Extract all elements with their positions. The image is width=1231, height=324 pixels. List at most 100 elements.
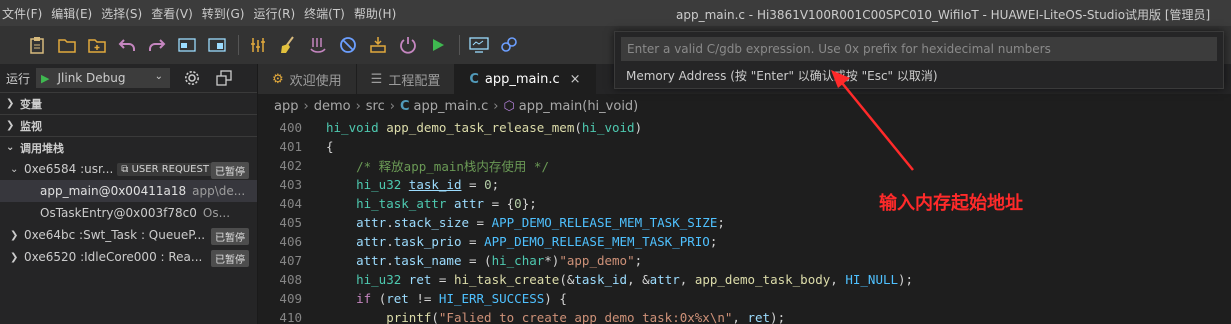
breadcrumb-item[interactable]: app_main(hi_void): [519, 99, 638, 114]
tab-welcome[interactable]: ⚙ 欢迎使用: [258, 64, 357, 94]
monitor-icon[interactable]: [468, 34, 490, 56]
line-number: 401: [279, 139, 302, 154]
launch-config-value: Jlink Debug: [57, 71, 126, 85]
tab-label: 欢迎使用: [289, 73, 342, 89]
breadcrumb-item[interactable]: app: [274, 99, 298, 114]
stack-frame[interactable]: app_main@0x00411a18 app\de...: [0, 180, 257, 202]
chevron-right-icon: ›: [493, 98, 499, 114]
popup-message: Memory Address (按 "Enter" 以确认或按 "Esc" 以取…: [626, 69, 938, 83]
thread-row[interactable]: ❯ 0xe6520 :IdleCore000 : Rea... 已暂停: [0, 246, 257, 268]
code-line: 401 {: [258, 137, 1231, 156]
code-text: attr.stack_size = APP_DEMO_RELEASE_MEM_T…: [356, 215, 725, 230]
code-line: 408 hi_u32 ret = hi_task_create(&task_id…: [258, 270, 1231, 289]
code-line: 406 attr.task_prio = APP_DEMO_RELEASE_ME…: [258, 232, 1231, 251]
call-stack-title: 调用堆栈: [20, 141, 64, 155]
frame-function: app_main@0x00411a18: [40, 184, 187, 198]
tab-app-main[interactable]: C app_main.c ×: [455, 64, 596, 94]
code-text: hi_u32 task_id = 0;: [356, 177, 500, 192]
line-number: 410: [279, 310, 302, 324]
code-line: 402 /* 释放app_main栈内存使用 */: [258, 156, 1231, 175]
code-text: {: [326, 139, 334, 154]
debug-console-icon[interactable]: [214, 68, 234, 88]
menu-run[interactable]: 运行(R): [253, 5, 304, 22]
stack-frame[interactable]: OsTaskEntry@0x003f78c0 Os...: [0, 202, 257, 224]
code-line: 403 hi_u32 task_id = 0;: [258, 175, 1231, 194]
code-editor[interactable]: 400 hi_void app_demo_task_release_mem(hi_…: [258, 118, 1231, 324]
play-icon[interactable]: ▶: [41, 72, 49, 85]
window-icon[interactable]: [176, 34, 198, 56]
line-number: 403: [279, 177, 302, 192]
clipboard-icon[interactable]: [26, 34, 48, 56]
menu-bar: 文件(F) 编辑(E) 选择(S) 查看(V) 转到(G) 运行(R) 终端(T…: [0, 0, 405, 26]
run-label: 运行: [6, 71, 31, 86]
breadcrumb-item[interactable]: src: [366, 99, 385, 114]
chevron-down-icon: ⌄: [6, 142, 15, 153]
c-file-icon: C: [399, 98, 410, 114]
code-line: 409 if (ret != HI_ERR_SUCCESS) {: [258, 289, 1231, 308]
menu-goto[interactable]: 转到(G): [202, 5, 254, 22]
chevron-right-icon: ❯: [10, 251, 19, 263]
variables-section[interactable]: ❯ 变量: [0, 92, 257, 114]
line-number: 407: [279, 253, 302, 268]
memory-address-input[interactable]: [621, 37, 1217, 61]
line-number: 406: [279, 234, 302, 249]
window-title: app_main.c - Hi3861V100R001C00SPC010_Wif…: [676, 8, 1211, 22]
power-icon[interactable]: [397, 34, 419, 56]
thread-row[interactable]: ❯ 0xe64bc :Swt_Task : QueueP... 已暂停: [0, 224, 257, 246]
rebuild-icon[interactable]: [307, 34, 329, 56]
burn-icon[interactable]: [367, 34, 389, 56]
thread-row[interactable]: ⌄ 0xe6584 :usr... ⧉ USER REQUEST 已暂停: [0, 158, 257, 180]
c-file-icon: C: [469, 71, 479, 87]
frame-source: app\de...: [192, 184, 246, 198]
code-text: attr.task_name = (hi_char*)"app_demo";: [356, 253, 643, 268]
chevron-right-icon: ›: [389, 98, 395, 114]
redo-icon[interactable]: [146, 34, 168, 56]
user-request-badge: ⧉ USER REQUEST: [117, 162, 213, 176]
menu-terminal[interactable]: 终端(T): [304, 5, 354, 22]
frame-source: Os...: [202, 206, 231, 220]
undo-icon[interactable]: [116, 34, 138, 56]
code-text: hi_task_attr attr = {0};: [356, 196, 537, 211]
run-icon[interactable]: [427, 34, 449, 56]
line-number: 400: [279, 120, 302, 135]
tab-label: app_main.c: [484, 71, 560, 87]
menu-help[interactable]: 帮助(H): [354, 5, 405, 22]
breadcrumb-item[interactable]: demo: [314, 99, 351, 114]
debug-config-icon[interactable]: [498, 34, 520, 56]
frame-function: OsTaskEntry@0x003f78c0: [40, 206, 197, 220]
launch-config-select[interactable]: ▶ Jlink Debug ⌄: [36, 68, 171, 88]
new-folder-icon[interactable]: [86, 34, 108, 56]
watch-section[interactable]: ❯ 监视: [0, 114, 257, 136]
stop-icon[interactable]: [337, 34, 359, 56]
menu-edit[interactable]: 编辑(E): [51, 5, 101, 22]
build-icon[interactable]: [247, 34, 269, 56]
user-request-text: USER REQUEST: [131, 163, 209, 175]
tab-project-config[interactable]: ☰ 工程配置: [356, 64, 456, 94]
close-icon[interactable]: ×: [570, 72, 581, 87]
menu-select[interactable]: 选择(S): [101, 5, 151, 22]
code-line: 400 hi_void app_demo_task_release_mem(hi_…: [258, 118, 1231, 137]
menu-file[interactable]: 文件(F): [0, 5, 51, 22]
code-line: 407 attr.task_name = (hi_char*)"app_demo…: [258, 251, 1231, 270]
thread-name: 0xe64bc :Swt_Task : QueueP...: [24, 228, 206, 242]
clean-icon[interactable]: [277, 34, 299, 56]
paused-badge: 已暂停: [211, 250, 249, 267]
call-stack-section[interactable]: ⌄ 调用堆栈: [0, 136, 257, 158]
line-number: 408: [279, 272, 302, 287]
open-folder-icon[interactable]: [56, 34, 78, 56]
gear-icon[interactable]: [182, 68, 202, 88]
code-line: 410 printf("Falied to create app_demo_ta…: [258, 308, 1231, 324]
chevron-right-icon: ❯: [6, 98, 15, 109]
panel-icon[interactable]: [206, 34, 228, 56]
code-text: attr.task_prio = APP_DEMO_RELEASE_MEM_TA…: [356, 234, 718, 249]
chevron-down-icon: ⌄: [154, 71, 164, 82]
breadcrumb-item[interactable]: app_main.c: [414, 99, 489, 114]
run-bar: 运行 ▶ Jlink Debug ⌄: [0, 64, 257, 92]
variables-title: 变量: [20, 97, 42, 111]
chevron-right-icon: ❯: [6, 120, 15, 131]
menu-view[interactable]: 查看(V): [151, 5, 202, 22]
paused-badge: 已暂停: [211, 162, 249, 179]
title-bar: 文件(F) 编辑(E) 选择(S) 查看(V) 转到(G) 运行(R) 终端(T…: [0, 0, 1231, 26]
code-text: if (ret != HI_ERR_SUCCESS) {: [356, 291, 567, 306]
line-number: 409: [279, 291, 302, 306]
